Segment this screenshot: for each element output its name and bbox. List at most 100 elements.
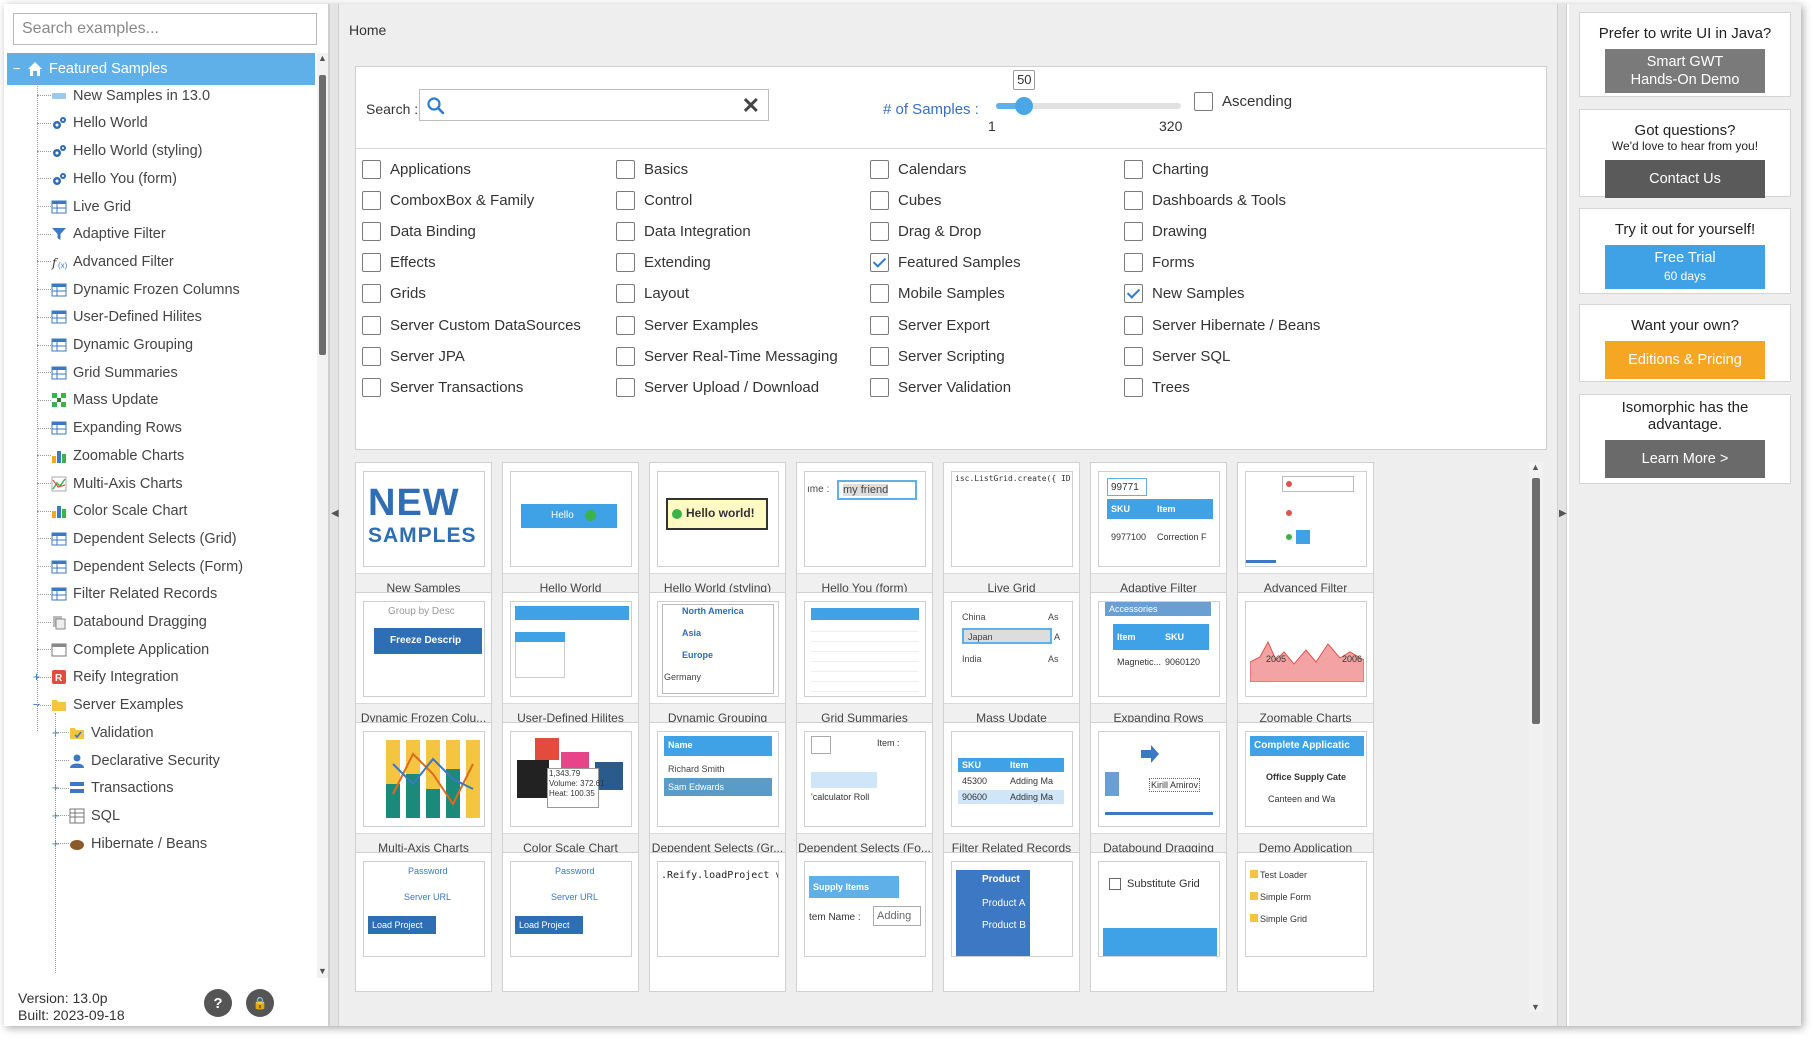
checkbox-box[interactable]: [1124, 315, 1143, 335]
sample-tile[interactable]: Test Loader Simple Form Simple Grid: [1237, 852, 1374, 992]
collapse-right-icon[interactable]: ▶: [1559, 508, 1567, 519]
sample-tile[interactable]: User-Defined Hilites: [502, 592, 639, 732]
category-checkbox-comboxbox-family[interactable]: ComboxBox & Family: [362, 191, 534, 211]
checkbox-box[interactable]: [616, 346, 635, 366]
scroll-up-icon[interactable]: ▲: [1531, 462, 1540, 472]
category-checkbox-server-sql[interactable]: Server SQL: [1124, 346, 1230, 366]
samples-slider[interactable]: [996, 97, 1181, 115]
checkbox-box[interactable]: [616, 377, 635, 397]
ascending-checkbox[interactable]: Ascending: [1194, 92, 1292, 111]
left-collapse-bar[interactable]: ◀: [329, 4, 339, 1026]
category-checkbox-effects[interactable]: Effects: [362, 253, 436, 273]
category-checkbox-data-integration[interactable]: Data Integration: [616, 222, 751, 242]
category-checkbox-server-jpa[interactable]: Server JPA: [362, 346, 465, 366]
promo-button[interactable]: Editions & Pricing: [1605, 341, 1765, 379]
collapse-left-icon[interactable]: ◀: [331, 508, 339, 519]
checkbox-box[interactable]: [1124, 191, 1143, 211]
checkbox-box[interactable]: [870, 284, 889, 304]
sample-tile[interactable]: 1,343.79 Volume: 372.61 Heat: 100.35 Color …: [502, 722, 639, 862]
checkbox-box[interactable]: [870, 377, 889, 397]
checkbox-box[interactable]: [362, 346, 381, 366]
checkbox-box[interactable]: [870, 253, 889, 273]
right-collapse-bar[interactable]: ▶: [1557, 4, 1567, 1026]
category-checkbox-featured-samples[interactable]: Featured Samples: [870, 253, 1021, 273]
nav-scrollbar[interactable]: ▲ ▼: [317, 53, 328, 978]
grid-scroll-thumb[interactable]: [1532, 478, 1540, 724]
checkbox-box[interactable]: [1124, 253, 1143, 273]
checkbox-box[interactable]: [1124, 284, 1143, 304]
sample-tile[interactable]: Grid Summaries: [796, 592, 933, 732]
category-checkbox-server-validation[interactable]: Server Validation: [870, 377, 1011, 397]
sample-tile[interactable]: Supply Items tem Name : Adding: [796, 852, 933, 992]
promo-button[interactable]: Smart GWT Hands-On Demo: [1605, 49, 1765, 93]
category-checkbox-server-upload-download[interactable]: Server Upload / Download: [616, 377, 819, 397]
sample-tile[interactable]: SKU Item 45300 Adding Ma 90600 Adding Ma Filte…: [943, 722, 1080, 862]
sample-tile[interactable]: 2005 2006 Zoomable Charts: [1237, 592, 1374, 732]
collapse-icon[interactable]: −: [11, 62, 22, 75]
grid-scrollbar[interactable]: ▲ ▼: [1529, 462, 1543, 1012]
slider-handle[interactable]: [1015, 97, 1034, 115]
category-checkbox-server-transactions[interactable]: Server Transactions: [362, 377, 523, 397]
checkbox-box[interactable]: [362, 253, 381, 273]
category-checkbox-server-real-time-messaging[interactable]: Server Real-Time Messaging: [616, 346, 838, 366]
breadcrumb[interactable]: Home: [349, 22, 386, 38]
checkbox-box[interactable]: [1124, 222, 1143, 242]
category-checkbox-server-examples[interactable]: Server Examples: [616, 315, 758, 335]
sample-search-input[interactable]: ✕: [419, 89, 769, 121]
sample-tile[interactable]: NEW SAMPLES New Samples: [355, 462, 492, 602]
checkbox-box[interactable]: [362, 222, 381, 242]
scroll-down-icon[interactable]: ▼: [317, 966, 328, 978]
nav-search-box[interactable]: [13, 13, 317, 45]
sample-tile[interactable]: 99771 SKU Item 9977100 Correction F Adaptive …: [1090, 462, 1227, 602]
scroll-down-icon[interactable]: ▼: [1531, 1002, 1540, 1012]
checkbox-box[interactable]: [362, 377, 381, 397]
checkbox-box[interactable]: [870, 191, 889, 211]
category-checkbox-server-custom-datasources[interactable]: Server Custom DataSources: [362, 315, 581, 335]
sample-tile[interactable]: Hello Hello World: [502, 462, 639, 602]
sample-tile[interactable]: Name Richard Smith Sam Edwards Dependent Se…: [649, 722, 786, 862]
checkbox-box[interactable]: [870, 315, 889, 335]
category-checkbox-server-scripting[interactable]: Server Scripting: [870, 346, 1005, 366]
sample-tile[interactable]: isc.ListGrid.create({ ID:"dsListGrid", w…: [943, 462, 1080, 602]
promo-button[interactable]: Learn More >: [1605, 440, 1765, 478]
category-checkbox-calendars[interactable]: Calendars: [870, 160, 966, 179]
sample-tile[interactable]: Hello world! Hello World (styling): [649, 462, 786, 602]
category-checkbox-mobile-samples[interactable]: Mobile Samples: [870, 284, 1005, 304]
sample-tile[interactable]: China As Japan A India As Mass Update: [943, 592, 1080, 732]
checkbox-box[interactable]: [1194, 92, 1213, 111]
sample-tile[interactable]: Password Server URL Load Project: [502, 852, 639, 992]
checkbox-box[interactable]: [870, 222, 889, 242]
checkbox-box[interactable]: [362, 160, 381, 179]
category-checkbox-dashboards-tools[interactable]: Dashboards & Tools: [1124, 191, 1286, 211]
scroll-up-icon[interactable]: ▲: [317, 53, 328, 65]
sample-tile[interactable]: Advanced Filter: [1237, 462, 1374, 602]
category-checkbox-applications[interactable]: Applications: [362, 160, 471, 179]
checkbox-box[interactable]: [1124, 377, 1143, 397]
checkbox-box[interactable]: [616, 191, 635, 211]
promo-button[interactable]: Free Trial 60 days: [1605, 245, 1765, 289]
sample-tile[interactable]: Accessories Item SKU Magnetic... 9060120 Expa…: [1090, 592, 1227, 732]
nav-item-hibernate-beans[interactable]: Hibernate / Beans +: [7, 828, 315, 860]
sample-tile[interactable]: Password Server URL Load Project: [355, 852, 492, 992]
checkbox-box[interactable]: [1124, 160, 1143, 179]
sample-tile[interactable]: ıme : my friend Hello You (form): [796, 462, 933, 602]
promo-button[interactable]: Contact Us: [1605, 160, 1765, 198]
category-checkbox-cubes[interactable]: Cubes: [870, 191, 941, 211]
category-checkbox-drawing[interactable]: Drawing: [1124, 222, 1207, 242]
category-checkbox-data-binding[interactable]: Data Binding: [362, 222, 476, 242]
checkbox-box[interactable]: [362, 284, 381, 304]
category-checkbox-server-export[interactable]: Server Export: [870, 315, 990, 335]
help-button[interactable]: ?: [204, 989, 232, 1017]
checkbox-box[interactable]: [870, 160, 889, 179]
checkbox-box[interactable]: [870, 346, 889, 366]
clear-search-icon[interactable]: ✕: [742, 93, 760, 119]
category-checkbox-charting[interactable]: Charting: [1124, 160, 1209, 179]
sample-tile[interactable]: Multi-Axis Charts: [355, 722, 492, 862]
checkbox-box[interactable]: [616, 253, 635, 273]
checkbox-box[interactable]: [616, 222, 635, 242]
checkbox-box[interactable]: [362, 315, 381, 335]
category-checkbox-layout[interactable]: Layout: [616, 284, 689, 304]
sample-tile[interactable]: Kirill Amirov Databound Dragging: [1090, 722, 1227, 862]
sample-tile[interactable]: Substitute Grid: [1090, 852, 1227, 992]
sample-tile[interactable]: Group by Desc Freeze Descrip Dynamic Froze…: [355, 592, 492, 732]
